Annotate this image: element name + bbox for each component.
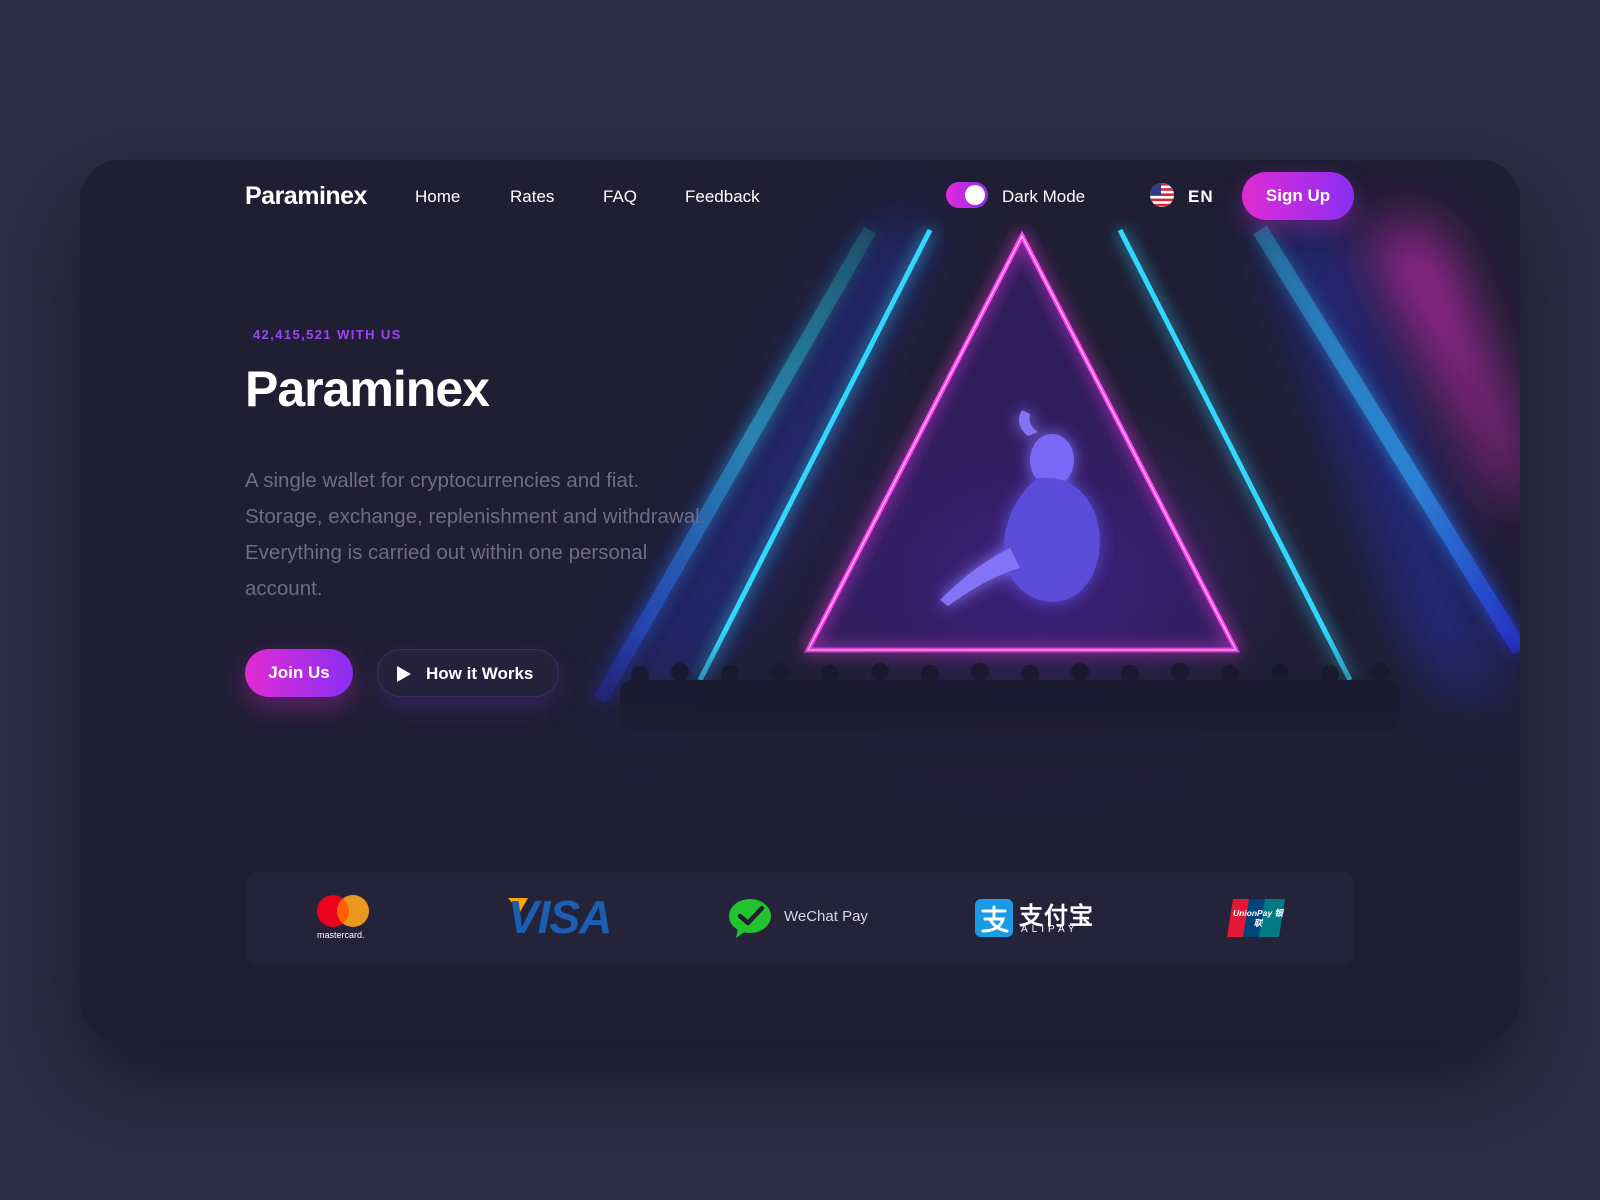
toggle-knob [965,185,985,205]
dark-mode-label: Dark Mode [1002,187,1086,206]
unionpay-label: UnionPay 银联 [1232,908,1284,928]
mastercard-logo: mastercard. [315,872,375,964]
visa-label: VISA [508,891,612,943]
play-icon [397,666,411,682]
nav-link-feedback[interactable]: Feedback [685,187,760,207]
unionpay-logo: UnionPay 银联 [1227,872,1287,964]
nav-link-rates[interactable]: Rates [510,187,554,207]
nav-link-faq[interactable]: FAQ [603,187,637,207]
mastercard-icon [317,895,369,927]
mastercard-label: mastercard. [317,930,365,940]
wechat-pay-icon [729,899,771,938]
nav-link-home[interactable]: Home [415,187,460,207]
top-nav: Paraminex Home Rates FAQ Feedback Dark M… [80,160,1520,240]
alipay-english-label: ALIPAY [1021,924,1079,935]
alipay-logo: 支付宝 ALIPAY [975,872,1095,964]
join-us-button[interactable]: Join Us [245,649,353,697]
hero-title: Paraminex [245,361,490,417]
logo[interactable]: Paraminex [245,182,367,211]
dark-mode-toggle[interactable] [946,182,988,208]
visa-logo: VISA [508,872,628,964]
language-label: EN [1188,187,1214,206]
payment-methods-bar: mastercard. VISA WeChat Pay 支付宝 ALIPAY U… [245,872,1355,964]
landing-card: Paraminex Home Rates FAQ Feedback Dark M… [80,160,1520,1040]
language-selector[interactable]: EN [1150,182,1220,208]
how-it-works-label: How it Works [426,664,534,683]
sign-up-button[interactable]: Sign Up [1242,172,1354,220]
user-counter: 42,415,521 WITH US [253,327,402,342]
hero-description: A single wallet for cryptocurrencies and… [245,469,706,600]
us-flag-icon [1150,183,1174,207]
wechat-pay-logo: WeChat Pay [728,872,898,964]
how-it-works-button[interactable]: How it Works [377,649,559,697]
alipay-icon [975,899,1013,937]
wechat-pay-label: WeChat Pay [784,908,868,925]
